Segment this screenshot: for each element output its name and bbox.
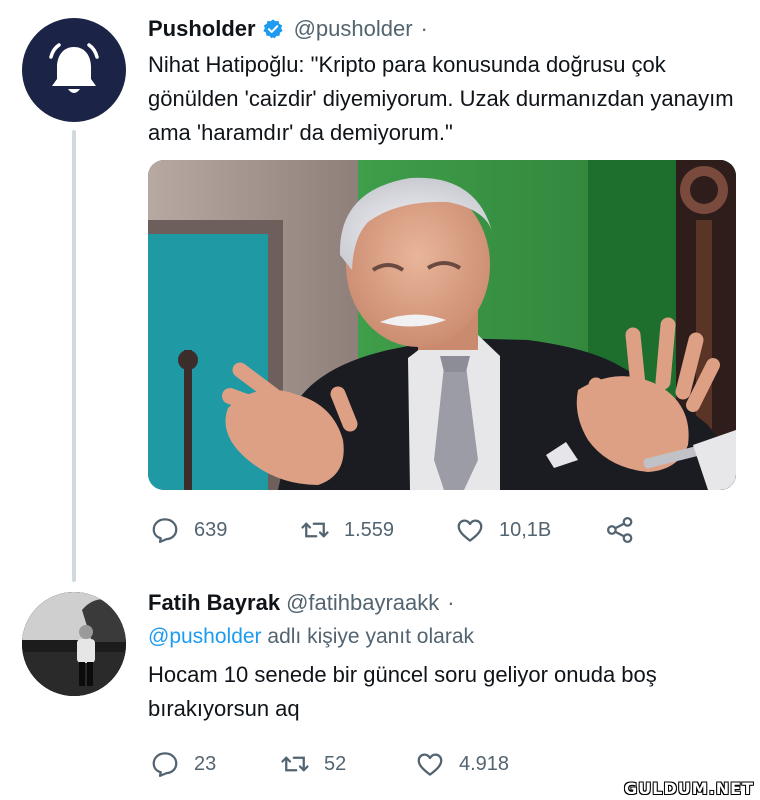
retweet-button[interactable]: 52 [280,744,346,784]
reply-to-label: adlı kişiye yanıt olarak [267,625,475,648]
replying-to: @pusholder adlı kişiye yanıt olarak [148,622,736,652]
like-button[interactable]: 10,1B [455,510,551,550]
separator-dot: · [420,16,428,41]
separator-dot: · [447,590,455,615]
tweet-pusholder[interactable]: Pusholder @pusholder · Nihat Hatipoğlu: … [0,0,760,582]
photo-man-gesturing [148,160,736,490]
retweet-icon [301,522,329,538]
tweet-content: Fatih Bayrak @fatihbayraakk · @pusholder… [148,588,736,726]
retweet-button[interactable]: 1.559 [300,510,394,550]
like-count: 4.918 [459,752,510,775]
thread-line [72,130,76,582]
heart-icon [457,519,483,542]
author-handle[interactable]: @pusholder [294,14,413,44]
tweet-header: Fatih Bayrak @fatihbayraakk · [148,588,736,618]
reply-button[interactable]: 639 [150,510,227,550]
share-icon [607,517,633,543]
avatar-pusholder[interactable] [22,18,126,122]
tweet-content: Pusholder @pusholder · Nihat Hatipoğlu: … [148,14,736,150]
share-button[interactable] [605,510,635,550]
tweet-text: Nihat Hatipoğlu: "Kripto para konusunda … [148,52,734,145]
retweet-count: 1.559 [344,518,395,541]
like-count: 10,1B [499,518,552,541]
reply-mention-link[interactable]: @pusholder [148,625,262,648]
author-name[interactable]: Fatih Bayrak [148,588,280,618]
tweet-header: Pusholder @pusholder · [148,14,736,44]
reply-icon [152,752,178,777]
avatar-fatih[interactable] [22,592,126,696]
tweet-photo[interactable] [148,160,736,490]
retweet-icon [281,756,309,772]
reply-icon [152,518,178,543]
bell-icon [49,43,99,93]
avatar-photo [22,592,126,696]
retweet-count: 52 [324,752,347,775]
reply-count: 23 [194,752,217,775]
verified-badge-icon [262,19,283,39]
reply-count: 639 [194,518,228,541]
tweet-text: Hocam 10 senede bir güncel soru geliyor … [148,662,657,721]
tweet-reply-fatih[interactable]: Fatih Bayrak @fatihbayraakk · @pusholder… [0,580,760,800]
reply-button[interactable]: 23 [150,744,216,784]
author-name[interactable]: Pusholder [148,14,256,44]
watermark: GULDUM.NET [624,779,754,798]
like-button[interactable]: 4.918 [415,744,509,784]
heart-icon [417,753,443,776]
author-handle[interactable]: @fatihbayraakk [286,588,439,618]
